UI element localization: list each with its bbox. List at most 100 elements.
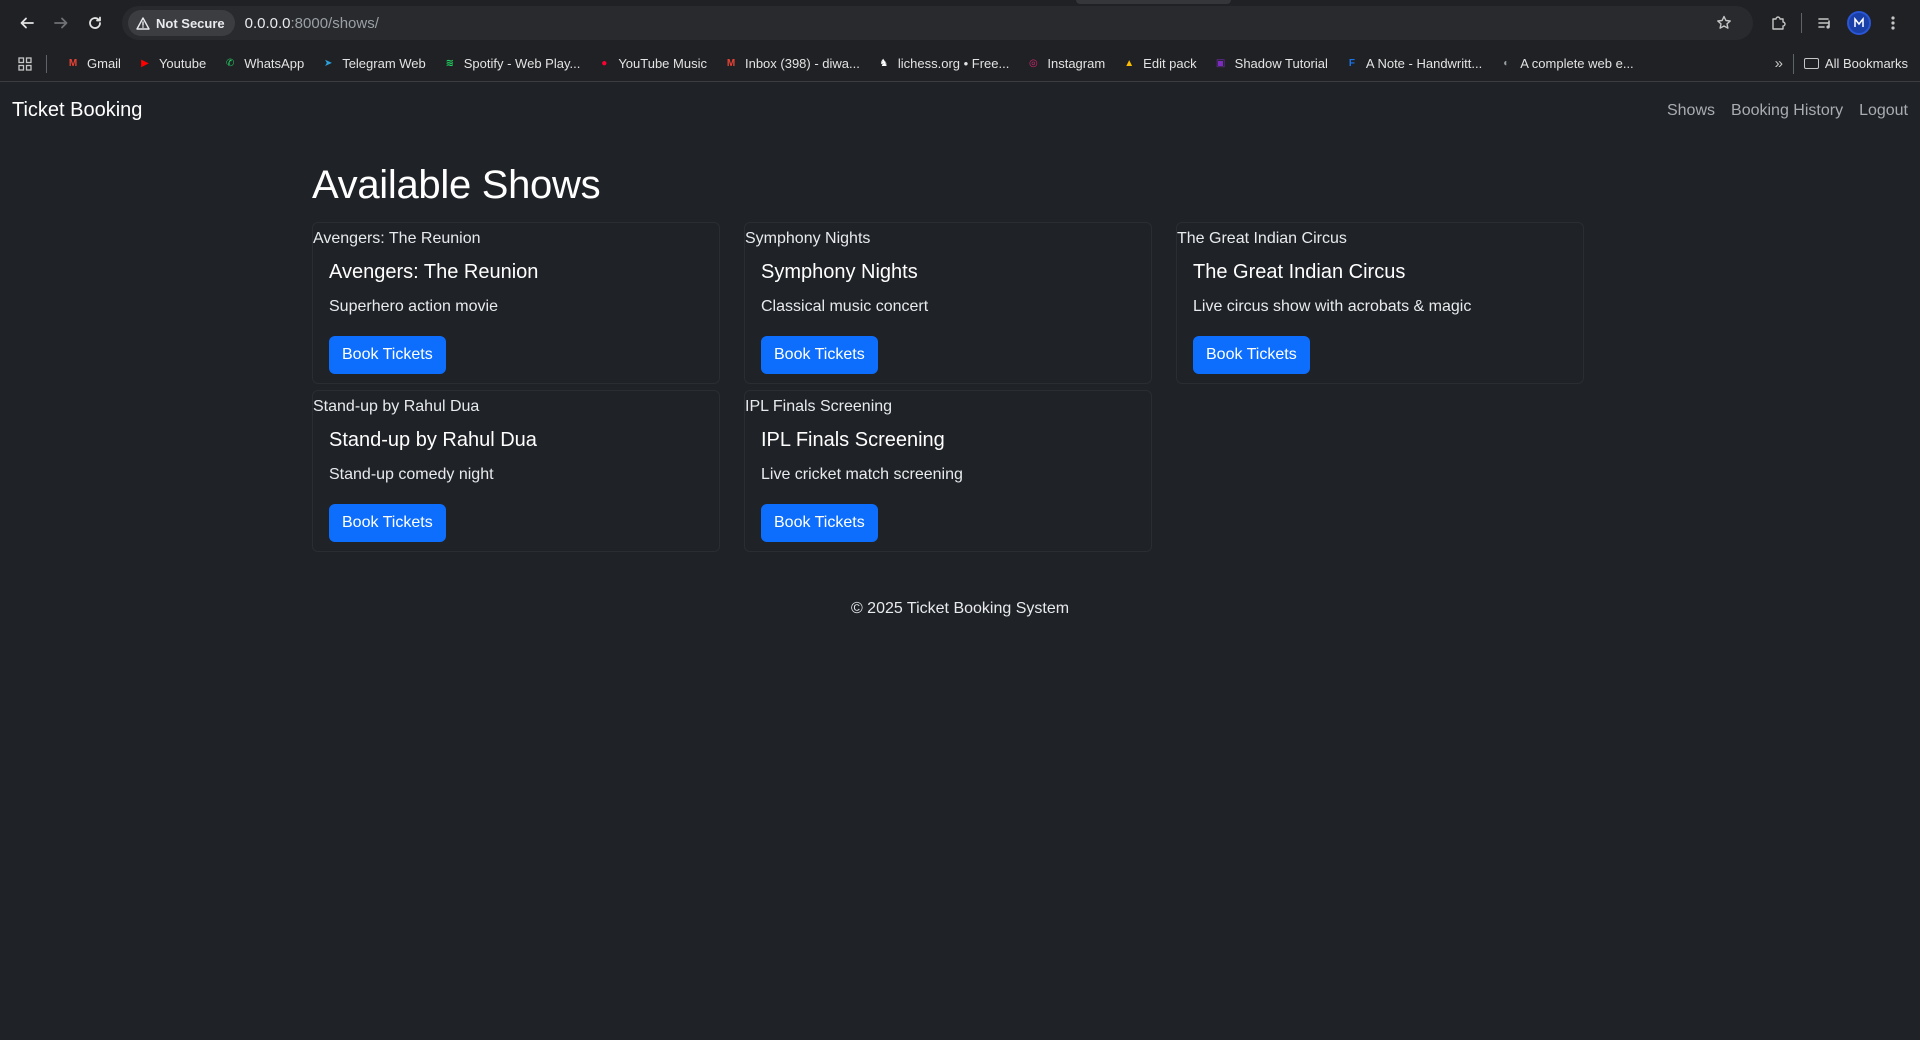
show-image-broken: IPL Finals Screening xyxy=(745,391,1151,419)
all-bookmarks-button[interactable]: All Bookmarks xyxy=(1792,53,1908,74)
bookmark-label: YouTube Music xyxy=(618,56,707,71)
bookmark-label: Edit pack xyxy=(1143,56,1197,71)
shadow-tutorial-icon: ▣ xyxy=(1215,58,1226,69)
whatsapp-icon: ✆ xyxy=(226,58,235,69)
gmail-icon: M xyxy=(726,58,736,69)
bookmark-label: Youtube xyxy=(158,56,207,71)
telegram-icon: ➤ xyxy=(323,58,333,69)
all-bookmarks-label: All Bookmarks xyxy=(1824,56,1908,71)
toolbar-divider xyxy=(1801,13,1802,33)
bookmark-item[interactable]: ◎ Instagram xyxy=(1017,50,1113,78)
book-tickets-button[interactable]: Book Tickets xyxy=(1193,336,1310,374)
extensions-icon[interactable] xyxy=(1761,6,1795,40)
show-description: Live cricket match screening xyxy=(761,466,963,483)
show-title: IPL Finals Screening xyxy=(761,429,945,451)
show-card: IPL Finals Screening IPL Finals Screening… xyxy=(744,390,1152,552)
back-icon[interactable] xyxy=(10,6,44,40)
show-card: Symphony Nights Symphony Nights Classical … xyxy=(744,222,1152,384)
bookmark-label: Inbox (398) - diwa... xyxy=(744,56,860,71)
nav-link-logout[interactable]: Logout xyxy=(1859,102,1908,120)
bookmark-item[interactable]: ➤ Telegram Web xyxy=(312,50,434,78)
bookmark-item[interactable]: ▶ Youtube xyxy=(129,50,214,78)
folder-icon xyxy=(1803,58,1819,69)
profile-avatar[interactable] xyxy=(1842,6,1876,40)
bookmark-item[interactable]: ≋ Spotify - Web Play... xyxy=(434,50,589,78)
browser-menu-icon[interactable] xyxy=(1876,6,1910,40)
show-description: Classical music concert xyxy=(761,298,929,315)
bookmark-item[interactable]: F A Note - Handwritt... xyxy=(1336,50,1490,78)
show-card: Stand-up by Rahul Dua Stand-up by Rahul D… xyxy=(312,390,720,552)
show-image-broken: Stand-up by Rahul Dua xyxy=(313,391,719,419)
show-card: Avengers: The Reunion Avengers: The Reuni… xyxy=(312,222,720,384)
book-tickets-button[interactable]: Book Tickets xyxy=(761,336,878,374)
show-image-alt: IPL Finals Screening xyxy=(745,398,893,415)
bookmark-label: Spotify - Web Play... xyxy=(463,56,581,71)
bookmark-label: lichess.org • Free... xyxy=(897,56,1010,71)
bookmarks-bar: M Gmail ▶ Youtube ✆ WhatsApp ➤ Telegram Web ≋ Spo… xyxy=(0,46,1920,82)
bookmark-label: A complete web e... xyxy=(1520,56,1634,71)
globe-icon: ◐ xyxy=(1503,58,1510,69)
bookmark-item[interactable]: ● YouTube Music xyxy=(588,50,715,78)
bookmark-item[interactable]: ▲ Edit pack xyxy=(1113,50,1204,78)
show-image-alt: Symphony Nights xyxy=(745,230,871,247)
security-chip[interactable]: Not Secure xyxy=(128,10,235,36)
show-image-broken: The Great Indian Circus xyxy=(1177,223,1583,251)
warning-icon xyxy=(136,16,150,30)
nav-link-shows[interactable]: Shows xyxy=(1667,102,1715,120)
book-tickets-button[interactable]: Book Tickets xyxy=(329,336,446,374)
bookmark-label: Instagram xyxy=(1047,56,1106,71)
bookmark-item[interactable]: M Inbox (398) - diwa... xyxy=(715,50,868,78)
show-image-alt: Stand-up by Rahul Dua xyxy=(313,398,480,415)
bookmark-item[interactable]: ♞ lichess.org • Free... xyxy=(868,50,1017,78)
lichess-icon: ♞ xyxy=(879,58,889,69)
bookmark-label: Shadow Tutorial xyxy=(1234,56,1328,71)
show-description: Live circus show with acrobats & magic xyxy=(1193,298,1472,315)
bookmark-label: WhatsApp xyxy=(244,56,305,71)
youtube-music-icon: ● xyxy=(601,58,608,69)
main-container: Available Shows Avengers: The Reunion Ave… xyxy=(312,163,1608,618)
book-tickets-button[interactable]: Book Tickets xyxy=(761,504,878,542)
nav-link-booking-history[interactable]: Booking History xyxy=(1731,102,1843,120)
bookmark-item[interactable]: ◐ A complete web e... xyxy=(1490,50,1641,78)
show-image-alt: Avengers: The Reunion xyxy=(313,230,481,247)
site-footer: © 2025 Ticket Booking System xyxy=(850,600,1070,617)
bookmarks-list: M Gmail ▶ Youtube ✆ WhatsApp ➤ Telegram Web ≋ Spo… xyxy=(57,50,1642,78)
site-nav-links: Shows Booking History Logout xyxy=(1667,102,1908,120)
bookmark-label: A Note - Handwritt... xyxy=(1365,56,1483,71)
gmail-icon: M xyxy=(68,58,78,69)
address-bar[interactable]: Not Secure 0.0.0.0:8000/shows/ xyxy=(122,6,1753,40)
bookmark-item[interactable]: M Gmail xyxy=(57,50,129,78)
more-bookmarks-icon[interactable]: » xyxy=(1765,55,1793,72)
bookmarks-divider xyxy=(46,54,47,73)
card-body: Avengers: The Reunion Superhero action mo… xyxy=(313,251,719,383)
reload-icon[interactable] xyxy=(78,6,112,40)
forward-icon[interactable] xyxy=(44,6,78,40)
page-title: Available Shows xyxy=(312,163,601,207)
media-controls-icon[interactable] xyxy=(1808,6,1842,40)
apps-grid-icon[interactable] xyxy=(12,51,38,77)
show-card: The Great Indian Circus The Great Indian … xyxy=(1176,222,1584,384)
url-text[interactable]: 0.0.0.0:8000/shows/ xyxy=(245,15,379,32)
site-brand[interactable]: Ticket Booking xyxy=(12,99,142,122)
show-description: Superhero action movie xyxy=(329,298,498,315)
security-label: Not Secure xyxy=(156,15,225,31)
book-tickets-button[interactable]: Book Tickets xyxy=(329,504,446,542)
google-drive-icon: ▲ xyxy=(1124,58,1135,69)
show-title: Stand-up by Rahul Dua xyxy=(329,429,537,451)
bookmark-label: Gmail xyxy=(87,56,121,71)
shows-grid: Avengers: The Reunion Avengers: The Reuni… xyxy=(312,222,1608,552)
show-title: The Great Indian Circus xyxy=(1193,261,1406,283)
show-image-broken: Symphony Nights xyxy=(745,223,1151,251)
note-icon: F xyxy=(1348,58,1355,69)
youtube-icon: ▶ xyxy=(141,58,149,69)
browser-toolbar: Not Secure 0.0.0.0:8000/shows/ xyxy=(0,0,1920,46)
card-body: Symphony Nights Classical music concert Bo… xyxy=(745,251,1151,383)
card-body: The Great Indian Circus Live circus show … xyxy=(1177,251,1583,383)
bookmark-item[interactable]: ▣ Shadow Tutorial xyxy=(1205,50,1336,78)
avatar xyxy=(1847,11,1871,35)
bookmark-star-icon[interactable] xyxy=(1707,6,1741,40)
spotify-icon: ≋ xyxy=(445,58,454,69)
bookmark-item[interactable]: ✆ WhatsApp xyxy=(214,50,312,78)
url-host: 0.0.0.0 xyxy=(244,14,291,32)
instagram-icon: ◎ xyxy=(1028,58,1038,69)
